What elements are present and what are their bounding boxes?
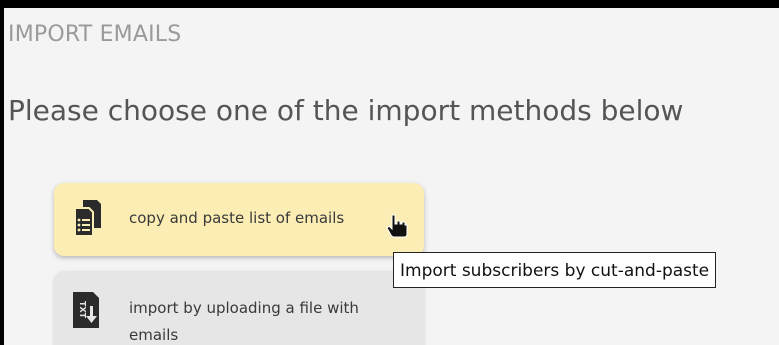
copy-paste-method-label: copy and paste list of emails: [129, 209, 345, 227]
section-title: IMPORT EMAILS: [8, 22, 182, 47]
copy-paste-method-button[interactable]: copy and paste list of emails: [54, 183, 424, 256]
upload-file-method-button[interactable]: TXT import by uploading a file with emai…: [54, 271, 424, 345]
page-subtitle: Please choose one of the import methods …: [8, 94, 684, 127]
svg-text:TXT: TXT: [78, 301, 87, 319]
upload-file-method-label: import by uploading a file with emails: [129, 299, 359, 344]
import-emails-panel: IMPORT EMAILS Please choose one of the i…: [4, 8, 779, 345]
tooltip: Import subscribers by cut-and-paste: [393, 252, 717, 288]
txt-file-download-icon: TXT: [71, 290, 103, 330]
clipboard-list-icon: [71, 198, 103, 238]
hand-pointer-icon: [385, 213, 411, 239]
